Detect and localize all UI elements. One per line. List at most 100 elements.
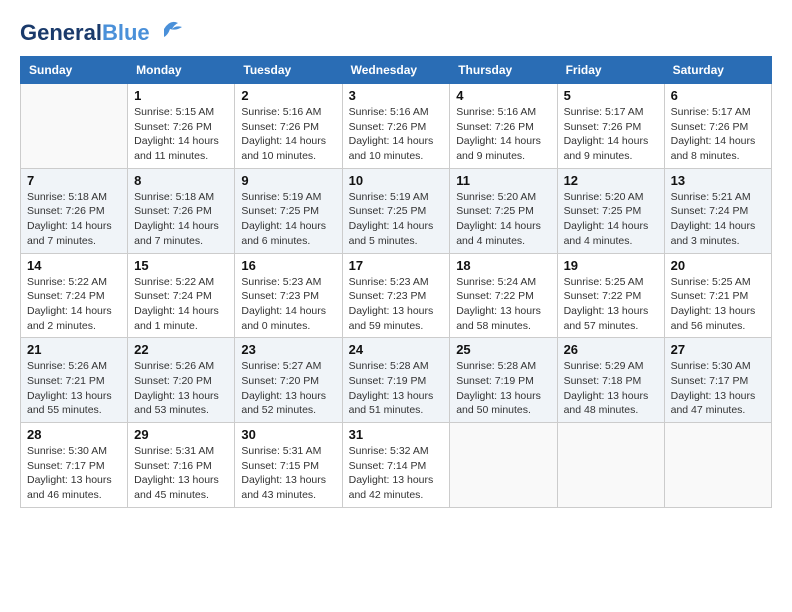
day-number: 18 [456, 258, 550, 273]
day-number: 8 [134, 173, 228, 188]
logo-blue-text: Blue [102, 20, 150, 45]
day-info: Sunrise: 5:30 AM Sunset: 7:17 PM Dayligh… [27, 444, 121, 503]
calendar-cell: 6Sunrise: 5:17 AM Sunset: 7:26 PM Daylig… [664, 84, 771, 169]
day-info: Sunrise: 5:30 AM Sunset: 7:17 PM Dayligh… [671, 359, 765, 418]
day-info: Sunrise: 5:31 AM Sunset: 7:16 PM Dayligh… [134, 444, 228, 503]
calendar-week-row: 1 Sunrise: 5:15 AM Sunset: 7:26 PM Daylig… [21, 84, 772, 169]
day-info: Sunrise: 5:18 AM Sunset: 7:26 PM Dayligh… [27, 190, 121, 249]
column-header-friday: Friday [557, 57, 664, 84]
calendar-cell: 1 Sunrise: 5:15 AM Sunset: 7:26 PM Daylig… [128, 84, 235, 169]
day-info: Sunrise: 5:23 AM Sunset: 7:23 PM Dayligh… [349, 275, 444, 334]
calendar-week-row: 14 Sunrise: 5:22 AM Sunset: 7:24 PM Dayli… [21, 253, 772, 338]
day-number: 11 [456, 173, 550, 188]
day-info: Sunrise: 5:24 AM Sunset: 7:22 PM Dayligh… [456, 275, 550, 334]
day-info: Sunrise: 5:19 AM Sunset: 7:25 PM Dayligh… [349, 190, 444, 249]
calendar-cell: 24 Sunrise: 5:28 AM Sunset: 7:19 PM Dayli… [342, 338, 450, 423]
day-number: 2 [241, 88, 335, 103]
day-info: Sunrise: 5:27 AM Sunset: 7:20 PM Dayligh… [241, 359, 335, 418]
day-info: Sunrise: 5:26 AM Sunset: 7:21 PM Dayligh… [27, 359, 121, 418]
logo-general: General [20, 20, 102, 45]
day-info: Sunrise: 5:29 AM Sunset: 7:18 PM Dayligh… [564, 359, 658, 418]
day-number: 1 [134, 88, 228, 103]
day-number: 5 [564, 88, 658, 103]
calendar-cell: 23 Sunrise: 5:27 AM Sunset: 7:20 PM Dayli… [235, 338, 342, 423]
day-number: 19 [564, 258, 658, 273]
calendar-cell: 25 Sunrise: 5:28 AM Sunset: 7:19 PM Dayli… [450, 338, 557, 423]
day-info: Sunrise: 5:16 AM Sunset: 7:26 PM Dayligh… [456, 105, 550, 164]
day-info: Sunrise: 5:25 AM Sunset: 7:22 PM Dayligh… [564, 275, 658, 334]
day-number: 17 [349, 258, 444, 273]
calendar-cell: 13Sunrise: 5:21 AM Sunset: 7:24 PM Dayli… [664, 168, 771, 253]
calendar-cell: 8 Sunrise: 5:18 AM Sunset: 7:26 PM Daylig… [128, 168, 235, 253]
column-header-thursday: Thursday [450, 57, 557, 84]
calendar-cell [557, 423, 664, 508]
column-header-wednesday: Wednesday [342, 57, 450, 84]
calendar-cell: 16 Sunrise: 5:23 AM Sunset: 7:23 PM Dayli… [235, 253, 342, 338]
calendar-cell: 2Sunrise: 5:16 AM Sunset: 7:26 PM Daylig… [235, 84, 342, 169]
day-info: Sunrise: 5:18 AM Sunset: 7:26 PM Dayligh… [134, 190, 228, 249]
day-info: Sunrise: 5:26 AM Sunset: 7:20 PM Dayligh… [134, 359, 228, 418]
day-number: 24 [349, 342, 444, 357]
calendar-week-row: 7 Sunrise: 5:18 AM Sunset: 7:26 PM Daylig… [21, 168, 772, 253]
day-number: 9 [241, 173, 335, 188]
day-number: 29 [134, 427, 228, 442]
day-info: Sunrise: 5:22 AM Sunset: 7:24 PM Dayligh… [134, 275, 228, 334]
calendar-cell: 30 Sunrise: 5:31 AM Sunset: 7:15 PM Dayli… [235, 423, 342, 508]
column-header-sunday: Sunday [21, 57, 128, 84]
calendar-cell: 29 Sunrise: 5:31 AM Sunset: 7:16 PM Dayli… [128, 423, 235, 508]
day-info: Sunrise: 5:17 AM Sunset: 7:26 PM Dayligh… [564, 105, 658, 164]
column-header-saturday: Saturday [664, 57, 771, 84]
day-info: Sunrise: 5:28 AM Sunset: 7:19 PM Dayligh… [456, 359, 550, 418]
day-info: Sunrise: 5:16 AM Sunset: 7:26 PM Dayligh… [349, 105, 444, 164]
day-info: Sunrise: 5:22 AM Sunset: 7:24 PM Dayligh… [27, 275, 121, 334]
calendar-cell: 11Sunrise: 5:20 AM Sunset: 7:25 PM Dayli… [450, 168, 557, 253]
calendar-cell: 19 Sunrise: 5:25 AM Sunset: 7:22 PM Dayli… [557, 253, 664, 338]
calendar-week-row: 28 Sunrise: 5:30 AM Sunset: 7:17 PM Dayli… [21, 423, 772, 508]
calendar-body: 1 Sunrise: 5:15 AM Sunset: 7:26 PM Daylig… [21, 84, 772, 508]
day-number: 6 [671, 88, 765, 103]
calendar-cell: 7 Sunrise: 5:18 AM Sunset: 7:26 PM Daylig… [21, 168, 128, 253]
day-info: Sunrise: 5:20 AM Sunset: 7:25 PM Dayligh… [564, 190, 658, 249]
calendar-table: SundayMondayTuesdayWednesdayThursdayFrid… [20, 56, 772, 508]
day-number: 13 [671, 173, 765, 188]
day-number: 22 [134, 342, 228, 357]
calendar-cell: 4 Sunrise: 5:16 AM Sunset: 7:26 PM Daylig… [450, 84, 557, 169]
calendar-cell [664, 423, 771, 508]
calendar-cell: 14 Sunrise: 5:22 AM Sunset: 7:24 PM Dayli… [21, 253, 128, 338]
day-number: 25 [456, 342, 550, 357]
day-info: Sunrise: 5:28 AM Sunset: 7:19 PM Dayligh… [349, 359, 444, 418]
day-info: Sunrise: 5:15 AM Sunset: 7:26 PM Dayligh… [134, 105, 228, 164]
day-number: 10 [349, 173, 444, 188]
day-number: 21 [27, 342, 121, 357]
calendar-cell: 17 Sunrise: 5:23 AM Sunset: 7:23 PM Dayli… [342, 253, 450, 338]
calendar-cell: 15 Sunrise: 5:22 AM Sunset: 7:24 PM Dayli… [128, 253, 235, 338]
calendar-cell: 21 Sunrise: 5:26 AM Sunset: 7:21 PM Dayli… [21, 338, 128, 423]
day-number: 16 [241, 258, 335, 273]
day-number: 20 [671, 258, 765, 273]
day-info: Sunrise: 5:31 AM Sunset: 7:15 PM Dayligh… [241, 444, 335, 503]
calendar-cell: 12 Sunrise: 5:20 AM Sunset: 7:25 PM Dayli… [557, 168, 664, 253]
calendar-cell: 27 Sunrise: 5:30 AM Sunset: 7:17 PM Dayli… [664, 338, 771, 423]
calendar-cell [450, 423, 557, 508]
calendar-header-row: SundayMondayTuesdayWednesdayThursdayFrid… [21, 57, 772, 84]
calendar-cell: 5 Sunrise: 5:17 AM Sunset: 7:26 PM Daylig… [557, 84, 664, 169]
day-number: 12 [564, 173, 658, 188]
day-number: 7 [27, 173, 121, 188]
day-number: 27 [671, 342, 765, 357]
calendar-cell: 26Sunrise: 5:29 AM Sunset: 7:18 PM Dayli… [557, 338, 664, 423]
day-number: 3 [349, 88, 444, 103]
day-info: Sunrise: 5:23 AM Sunset: 7:23 PM Dayligh… [241, 275, 335, 334]
day-number: 4 [456, 88, 550, 103]
calendar-cell: 20 Sunrise: 5:25 AM Sunset: 7:21 PM Dayli… [664, 253, 771, 338]
calendar-cell: 9Sunrise: 5:19 AM Sunset: 7:25 PM Daylig… [235, 168, 342, 253]
day-info: Sunrise: 5:25 AM Sunset: 7:21 PM Dayligh… [671, 275, 765, 334]
day-number: 31 [349, 427, 444, 442]
column-header-tuesday: Tuesday [235, 57, 342, 84]
calendar-cell: 28 Sunrise: 5:30 AM Sunset: 7:17 PM Dayli… [21, 423, 128, 508]
day-number: 28 [27, 427, 121, 442]
calendar-cell: 31Sunrise: 5:32 AM Sunset: 7:14 PM Dayli… [342, 423, 450, 508]
day-number: 14 [27, 258, 121, 273]
day-number: 23 [241, 342, 335, 357]
day-number: 15 [134, 258, 228, 273]
day-number: 30 [241, 427, 335, 442]
